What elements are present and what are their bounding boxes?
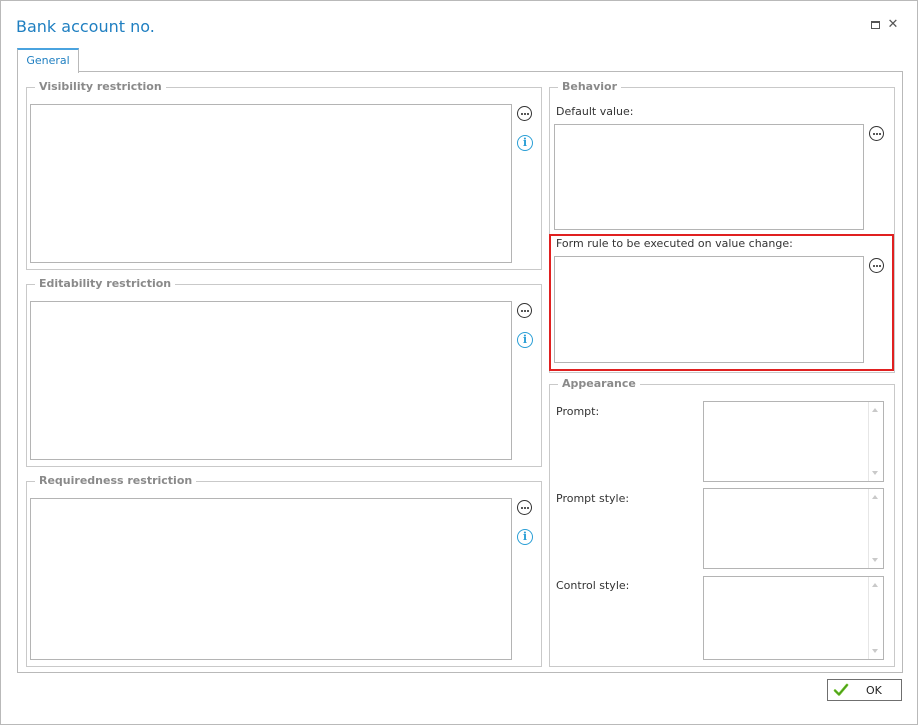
requiredness-restriction-input[interactable] <box>30 498 512 660</box>
close-button[interactable]: ✕ <box>887 18 899 33</box>
prompt-style-scrollbar[interactable] <box>868 489 883 568</box>
visibility-restriction-legend: Visibility restriction <box>35 80 166 93</box>
ok-button[interactable]: OK <box>827 679 902 701</box>
form-rule-label: Form rule to be executed on value change… <box>556 237 793 250</box>
tab-general[interactable]: General <box>17 48 79 73</box>
default-value-label: Default value: <box>556 105 634 118</box>
form-rule-input[interactable] <box>554 256 864 363</box>
visibility-info-icon[interactable]: i <box>517 135 533 151</box>
dialog-title: Bank account no. <box>16 17 155 36</box>
editability-restriction-legend: Editability restriction <box>35 277 176 290</box>
prompt-style-label: Prompt style: <box>556 492 630 505</box>
control-style-label: Control style: <box>556 579 630 592</box>
visibility-more-icon[interactable] <box>517 106 532 121</box>
behavior-legend: Behavior <box>558 80 622 93</box>
requiredness-more-icon[interactable] <box>517 500 532 515</box>
prompt-scrollbar[interactable] <box>868 402 883 481</box>
control-style-input[interactable] <box>703 576 884 660</box>
control-style-scrollbar[interactable] <box>868 577 883 659</box>
editability-restriction-input[interactable] <box>30 301 512 460</box>
prompt-style-input[interactable] <box>703 488 884 569</box>
maximize-icon <box>870 21 880 29</box>
requiredness-info-icon[interactable]: i <box>517 529 533 545</box>
editability-more-icon[interactable] <box>517 303 532 318</box>
prompt-label: Prompt: <box>556 405 600 418</box>
dialog-window: Bank account no. ✕ General Visibility re… <box>0 0 918 725</box>
ok-button-label: OK <box>866 684 882 697</box>
form-rule-more-icon[interactable] <box>869 258 884 273</box>
visibility-restriction-input[interactable] <box>30 104 512 263</box>
maximize-button[interactable] <box>869 19 881 33</box>
prompt-input[interactable] <box>703 401 884 482</box>
appearance-legend: Appearance <box>558 377 640 390</box>
default-value-more-icon[interactable] <box>869 126 884 141</box>
tab-general-label: General <box>26 54 70 67</box>
check-icon <box>833 683 849 696</box>
editability-info-icon[interactable]: i <box>517 332 533 348</box>
requiredness-restriction-legend: Requiredness restriction <box>35 474 197 487</box>
default-value-input[interactable] <box>554 124 864 230</box>
